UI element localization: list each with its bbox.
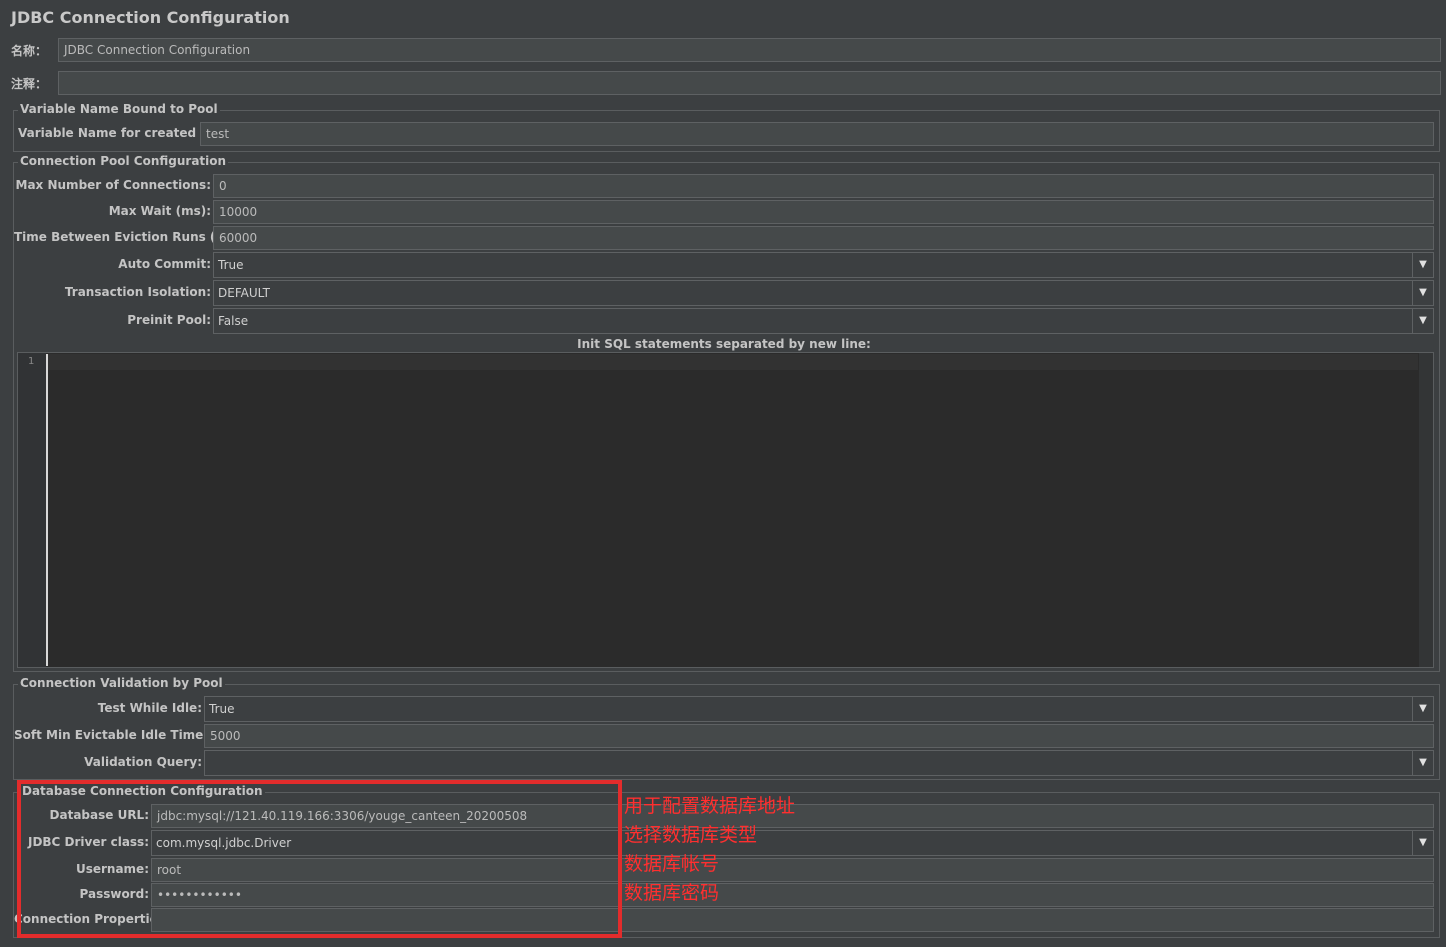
chevron-down-icon[interactable]: ▼ bbox=[1412, 751, 1433, 775]
text-caret bbox=[46, 354, 48, 666]
chevron-down-icon[interactable]: ▼ bbox=[1412, 253, 1433, 277]
preinit-pool-value: False bbox=[218, 314, 249, 328]
variable-name-group-title: Variable Name Bound to Pool bbox=[18, 102, 220, 116]
annotation-driver: 选择数据库类型 bbox=[624, 824, 758, 846]
init-sql-label: Init SQL statements separated by new lin… bbox=[577, 337, 871, 351]
validation-query-select[interactable]: ▼ bbox=[204, 750, 1434, 776]
max-connections-label: Max Number of Connections: bbox=[15, 178, 211, 192]
auto-commit-value: True bbox=[218, 258, 244, 272]
max-connections-input[interactable]: 0 bbox=[213, 174, 1434, 198]
test-while-idle-select[interactable]: True ▼ bbox=[204, 696, 1434, 722]
transaction-isolation-label: Transaction Isolation: bbox=[64, 285, 211, 299]
auto-commit-select[interactable]: True ▼ bbox=[213, 252, 1434, 278]
chevron-down-icon[interactable]: ▼ bbox=[1412, 309, 1433, 333]
test-while-idle-value: True bbox=[209, 702, 235, 716]
connection-pool-group-title: Connection Pool Configuration bbox=[18, 154, 229, 168]
name-label: 名称： bbox=[11, 44, 48, 58]
max-wait-label: Max Wait (ms): bbox=[108, 204, 211, 218]
init-sql-editor[interactable]: 1 bbox=[17, 352, 1434, 668]
annotation-password: 数据库密码 bbox=[624, 882, 720, 904]
line-number: 1 bbox=[28, 356, 35, 367]
annotation-url: 用于配置数据库地址 bbox=[624, 795, 796, 817]
chevron-down-icon[interactable]: ▼ bbox=[1412, 281, 1433, 305]
chevron-down-icon[interactable]: ▼ bbox=[1412, 697, 1433, 721]
preinit-pool-select[interactable]: False ▼ bbox=[213, 308, 1434, 334]
auto-commit-label: Auto Commit: bbox=[118, 257, 211, 271]
test-while-idle-label: Test While Idle: bbox=[97, 701, 202, 715]
pool-name-input[interactable]: test bbox=[200, 122, 1434, 146]
page-title: JDBC Connection Configuration bbox=[11, 8, 290, 27]
current-line-highlight bbox=[47, 354, 1418, 370]
highlight-box bbox=[17, 780, 622, 938]
eviction-runs-input[interactable]: 60000 bbox=[213, 226, 1434, 250]
soft-min-idle-input[interactable]: 5000 bbox=[204, 724, 1434, 748]
name-input[interactable]: JDBC Connection Configuration bbox=[58, 38, 1441, 62]
transaction-isolation-select[interactable]: DEFAULT ▼ bbox=[213, 280, 1434, 306]
validation-group-title: Connection Validation by Pool bbox=[18, 676, 225, 690]
line-number-gutter: 1 bbox=[18, 353, 46, 667]
soft-min-idle-label: Soft Min Evictable Idle Time(ms): bbox=[14, 728, 239, 742]
comment-label: 注释： bbox=[11, 77, 48, 91]
max-wait-input[interactable]: 10000 bbox=[213, 200, 1434, 224]
transaction-isolation-value: DEFAULT bbox=[218, 286, 270, 300]
chevron-down-icon[interactable]: ▼ bbox=[1412, 831, 1433, 855]
eviction-runs-label: Time Between Eviction Runs (ms): bbox=[14, 230, 246, 244]
preinit-pool-label: Preinit Pool: bbox=[127, 313, 211, 327]
annotation-username: 数据库帐号 bbox=[624, 853, 720, 875]
editor-scrollbar[interactable] bbox=[1419, 353, 1433, 667]
comment-input[interactable] bbox=[58, 71, 1441, 95]
validation-query-label: Validation Query: bbox=[84, 755, 202, 769]
